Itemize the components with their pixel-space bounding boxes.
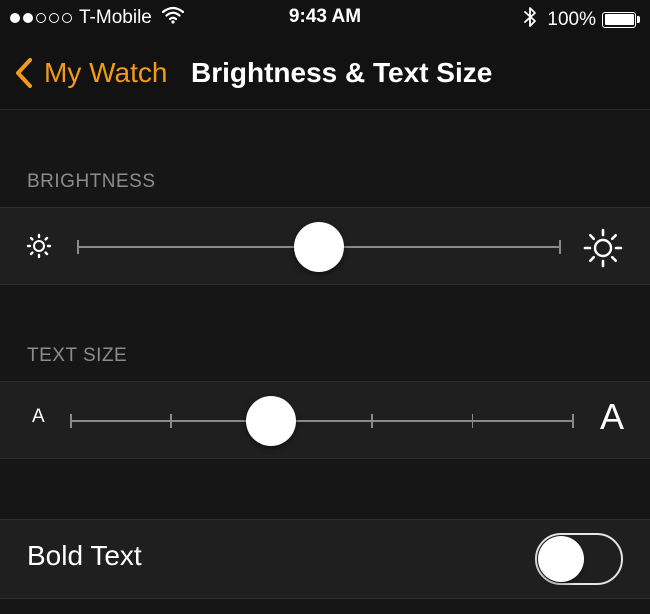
- slider-tick: [559, 240, 561, 254]
- sun-large-icon: [583, 228, 623, 268]
- battery-fill: [604, 14, 634, 25]
- section-header-brightness: BRIGHTNESS: [27, 171, 156, 192]
- back-button[interactable]: My Watch: [14, 57, 167, 89]
- text-size-slider[interactable]: [70, 396, 574, 446]
- slider-tick: [77, 240, 79, 254]
- brightness-row: [0, 207, 650, 285]
- brightness-slider-thumb[interactable]: [294, 222, 344, 272]
- navigation-bar: My Watch Brightness & Text Size: [0, 38, 650, 110]
- text-size-row: A A: [0, 381, 650, 459]
- status-bar-right: 100%: [523, 6, 640, 33]
- bold-text-label: Bold Text: [27, 540, 142, 571]
- slider-tick: [471, 414, 474, 428]
- bold-text-row: Bold Text: [0, 519, 650, 599]
- slider-track: [70, 420, 572, 422]
- slider-tick: [170, 414, 172, 428]
- battery-icon: [602, 11, 636, 28]
- sun-small-icon: [26, 233, 52, 259]
- page-title: Brightness & Text Size: [191, 57, 493, 88]
- chevron-left-icon: [16, 58, 32, 88]
- status-bar: T-Mobile 9:43 AM 100%: [0, 0, 650, 38]
- bluetooth-icon: [523, 6, 537, 33]
- back-button-label: My Watch: [44, 57, 168, 88]
- toggle-knob: [538, 536, 584, 582]
- bold-text-toggle[interactable]: [535, 533, 623, 585]
- slider-tick: [70, 414, 72, 428]
- section-header-text-size: TEXT SIZE: [27, 345, 128, 366]
- brightness-slider[interactable]: [77, 222, 561, 272]
- battery-tip: [637, 16, 640, 23]
- slider-tick: [572, 414, 574, 428]
- battery-percentage: 100%: [547, 8, 596, 30]
- text-size-slider-thumb[interactable]: [245, 396, 296, 446]
- text-size-min-label: A: [32, 406, 45, 427]
- text-size-max-label: A: [599, 396, 624, 437]
- slider-tick: [371, 414, 373, 428]
